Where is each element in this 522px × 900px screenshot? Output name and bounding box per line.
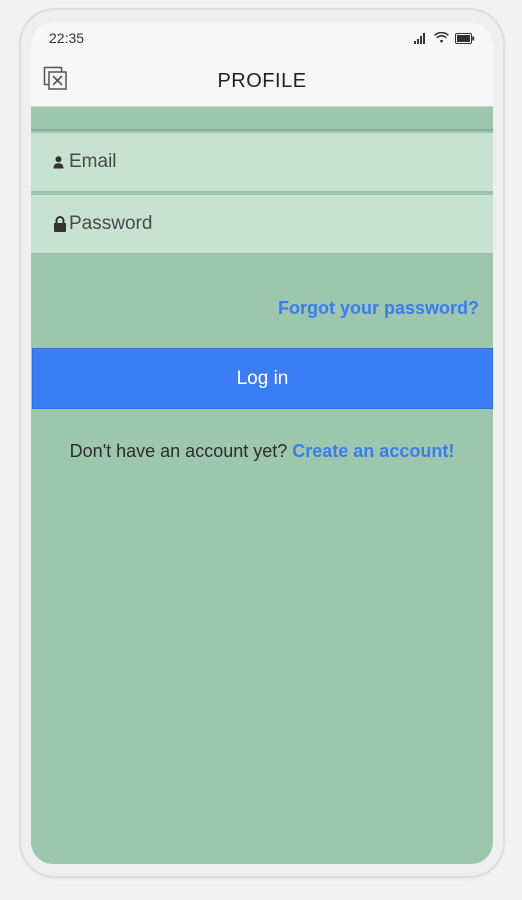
signal-icon [414, 31, 428, 49]
signup-prompt-row: Don't have an account yet? Create an acc… [31, 441, 493, 462]
forgot-password-link[interactable]: Forgot your password? [278, 298, 479, 319]
user-icon [53, 133, 64, 191]
email-field-row [31, 133, 493, 193]
status-time: 22:35 [49, 30, 85, 46]
lock-icon [53, 195, 67, 253]
create-account-link[interactable]: Create an account! [292, 441, 454, 461]
wifi-icon [434, 31, 449, 49]
password-field-row [31, 195, 493, 255]
password-input[interactable] [69, 195, 479, 253]
status-icons [414, 31, 475, 49]
battery-icon [455, 31, 475, 49]
email-input[interactable] [69, 133, 479, 191]
app-screen: 22:35 PROFILE Email Forgot your password… [31, 22, 493, 864]
form-top-divider [31, 107, 493, 131]
status-bar: 22:35 [31, 22, 493, 56]
page-title: PROFILE [217, 70, 307, 92]
signup-prompt-text: Don't have an account yet? [69, 441, 293, 461]
app-header: PROFILE [31, 56, 493, 107]
login-button[interactable]: Log in [32, 348, 493, 409]
